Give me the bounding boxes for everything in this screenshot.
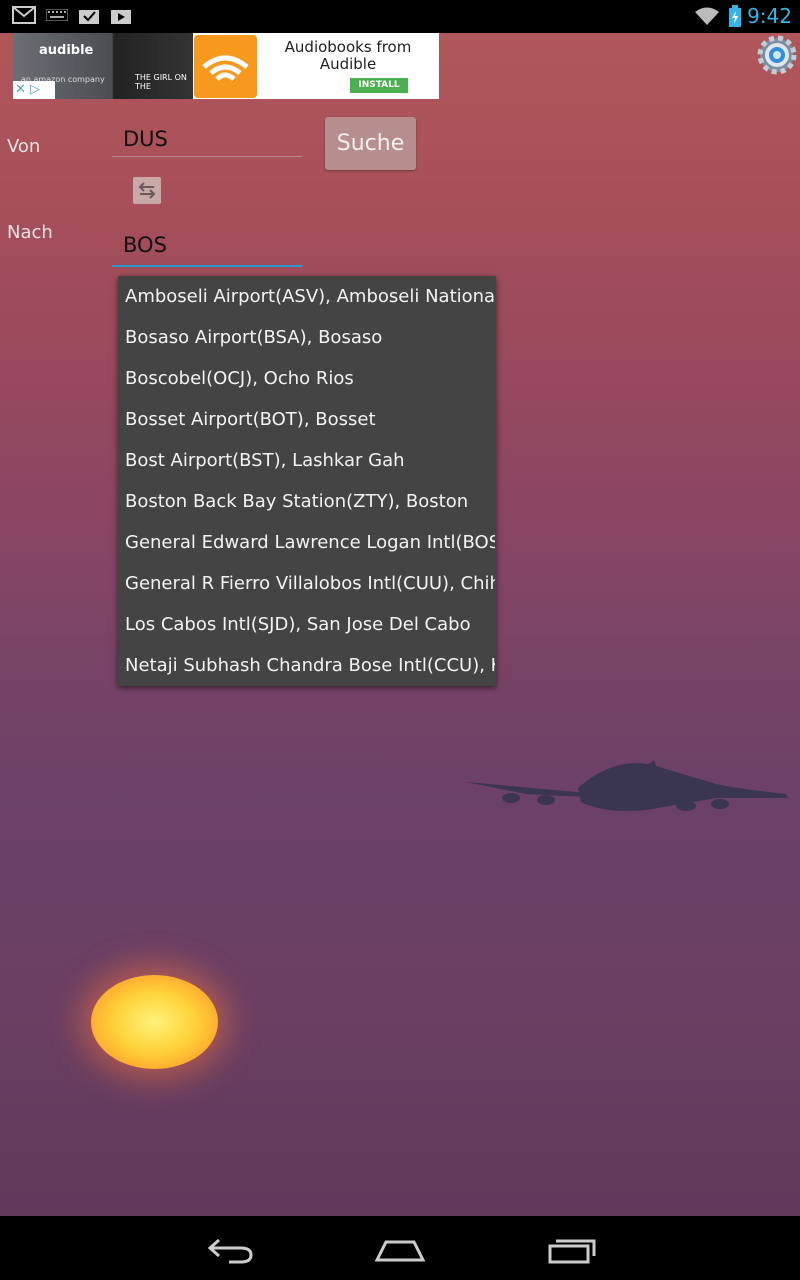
ad-close-icon[interactable]: ✕ ▷ [13,81,55,99]
search-button[interactable]: Suche [325,117,416,170]
ad-book-text: THE GIRL ON THE [135,73,187,91]
status-bar: 9:42 [0,0,800,33]
wifi-icon [695,7,719,25]
list-item[interactable]: Boston Back Bay Station(ZTY), Boston [118,481,495,522]
from-input[interactable]: DUS [112,121,302,157]
battery-icon [729,5,741,27]
to-label: Nach [7,222,53,243]
store-icon [111,10,131,24]
list-item[interactable]: Boscobel(OCJ), Ocho Rios [118,358,495,399]
recent-apps-icon[interactable] [546,1232,598,1266]
navigation-bar [0,1216,800,1280]
gmail-icon [12,6,36,24]
back-icon[interactable] [205,1232,255,1266]
ad-banner[interactable]: audible an amazon company THE GIRL ON TH… [13,33,439,99]
swap-icon [138,182,156,199]
list-item[interactable]: Bost Airport(BST), Lashkar Gah [118,440,495,481]
airplane-image [466,760,788,811]
ad-brand: audible [39,43,94,58]
swap-button[interactable] [133,177,161,204]
ad-install-button[interactable]: INSTALL [350,78,408,93]
from-label: Von [7,136,41,157]
list-item[interactable]: Los Cabos Intl(SJD), San Jose Del Cabo [118,604,495,645]
list-item[interactable]: Amboseli Airport(ASV), Amboseli National [118,276,495,317]
task-icon [79,10,99,24]
list-item[interactable]: Netaji Subhash Chandra Bose Intl(CCU), K… [118,645,495,686]
audible-logo-icon [194,35,257,98]
list-item[interactable]: General Edward Lawrence Logan Intl(BOS), [118,522,495,563]
list-item[interactable]: General R Fierro Villalobos Intl(CUU), C… [118,563,495,604]
to-input[interactable]: BOS [112,227,302,267]
clock: 9:42 [747,4,792,28]
list-item[interactable]: Bosset Airport(BOT), Bosset [118,399,495,440]
home-icon[interactable] [374,1232,426,1266]
ad-title: Audiobooks from Audible [284,38,412,73]
gear-icon[interactable] [756,34,798,76]
keyboard-icon [46,9,68,21]
sun-image [91,975,218,1069]
autocomplete-dropdown: Amboseli Airport(ASV), Amboseli National… [118,276,496,686]
list-item[interactable]: Bosaso Airport(BSA), Bosaso [118,317,495,358]
